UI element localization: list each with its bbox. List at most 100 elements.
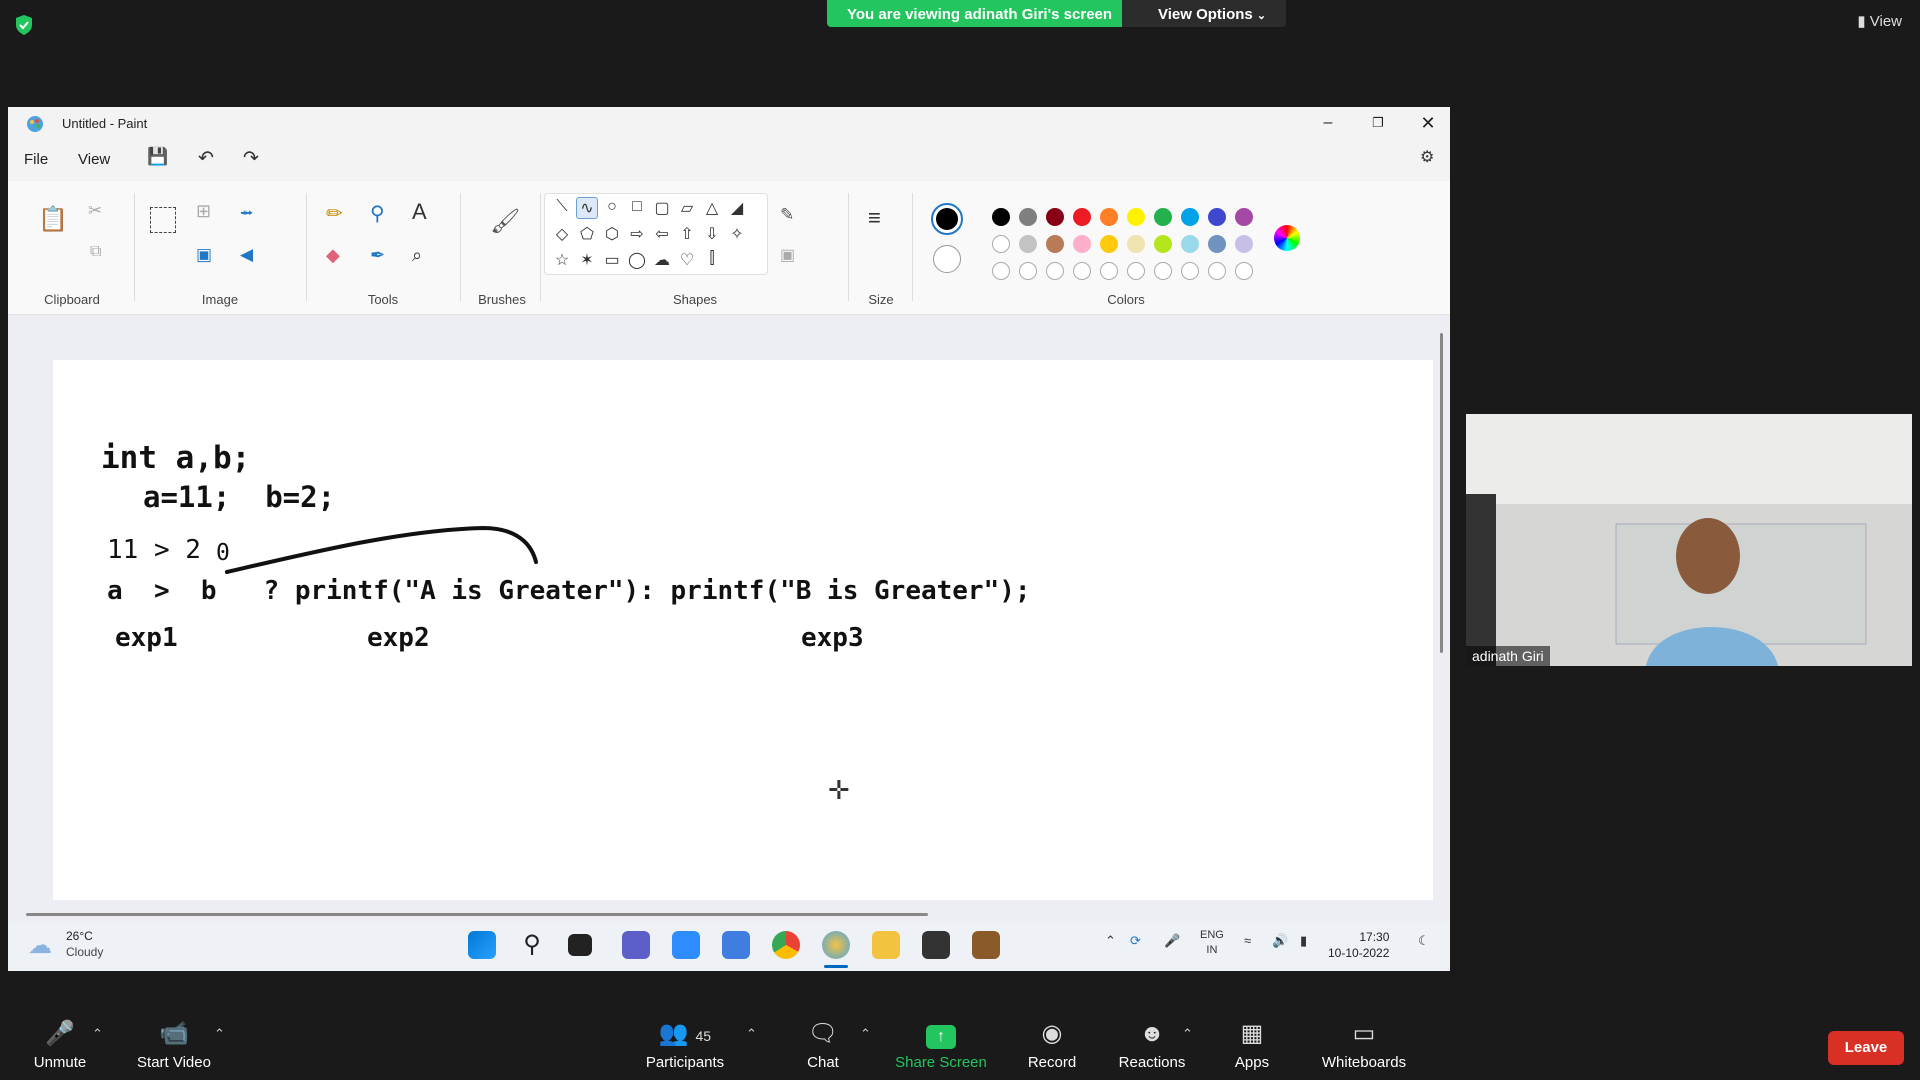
sync-icon[interactable]: ⟳ [1130, 933, 1141, 949]
participants-button[interactable]: 👥 45 Participants [625, 1020, 745, 1071]
hexagon-shape-icon[interactable]: ⬡ [601, 224, 623, 244]
app-icon-dark[interactable] [922, 931, 950, 959]
color-swatch[interactable] [1154, 208, 1172, 226]
custom-color-slot[interactable] [1235, 262, 1253, 280]
search-icon[interactable]: ⚲ [518, 931, 546, 959]
copy-icon[interactable]: ⧉ [90, 243, 101, 261]
rectangle-shape-icon[interactable]: □ [626, 198, 648, 216]
crop-icon[interactable]: ⊞ [196, 201, 211, 222]
close-button[interactable]: ✕ [1406, 110, 1450, 136]
resize-icon[interactable]: ⭼ [240, 201, 254, 231]
star5-shape-icon[interactable]: ☆ [551, 250, 573, 270]
arrow-left-shape-icon[interactable]: ⇦ [651, 224, 673, 244]
chrome-icon[interactable] [772, 931, 800, 959]
participant-video-tile[interactable]: adinath Giri [1466, 414, 1912, 666]
teams-chat-icon[interactable] [622, 931, 650, 959]
color-swatch[interactable] [1208, 208, 1226, 226]
heart-shape-icon[interactable]: ♡ [676, 250, 698, 270]
restore-button[interactable]: ❐ [1356, 110, 1400, 136]
paint-taskbar-icon[interactable] [822, 931, 850, 959]
minimize-button[interactable]: – [1306, 110, 1350, 136]
image-select-icon[interactable]: ▣ [196, 245, 212, 265]
primary-color[interactable] [931, 203, 963, 235]
view-options-button[interactable]: View Options ⌄ [1122, 0, 1287, 27]
horizontal-scrollbar[interactable] [26, 913, 928, 916]
text-icon[interactable]: A [412, 199, 427, 225]
flip-icon[interactable]: ◀ [240, 245, 253, 265]
custom-color-slot[interactable] [1073, 262, 1091, 280]
participants-chevron-icon[interactable]: ⌃ [746, 1026, 757, 1042]
security-shield-icon[interactable] [14, 14, 34, 36]
star4-shape-icon[interactable]: ✧ [726, 224, 748, 244]
paste-icon[interactable]: 📋 [38, 205, 68, 234]
color-swatch[interactable] [1127, 235, 1145, 253]
share-screen-button[interactable]: ↑ Share Screen [881, 1020, 1001, 1071]
color-swatch[interactable] [992, 235, 1010, 253]
triangle-shape-icon[interactable]: △ [701, 198, 723, 218]
drawing-canvas[interactable]: int a,b; a=11; b=2; 11 > 2 0 a > b ? pri… [53, 360, 1433, 900]
pencil-icon[interactable]: ✏ [326, 201, 343, 226]
app-icon-brown[interactable] [972, 931, 1000, 959]
color-swatch[interactable] [1046, 235, 1064, 253]
color-swatch[interactable] [1127, 208, 1145, 226]
battery-icon[interactable]: ▮ [1300, 933, 1307, 949]
color-swatch[interactable] [1181, 208, 1199, 226]
whiteboards-button[interactable]: ▭ Whiteboards [1304, 1020, 1424, 1071]
secondary-color[interactable] [933, 245, 961, 273]
rounded-rect-shape-icon[interactable]: ▢ [651, 198, 673, 218]
chevron-up-icon[interactable]: ⌃ [1105, 933, 1116, 949]
color-swatch[interactable] [1154, 235, 1172, 253]
focus-moon-icon[interactable]: ☾ [1418, 933, 1430, 949]
shape-fill-icon[interactable]: ▣ [780, 245, 795, 265]
windows-start-icon[interactable] [468, 931, 496, 959]
custom-color-slot[interactable] [1154, 262, 1172, 280]
color-swatch[interactable] [1100, 208, 1118, 226]
brush-icon[interactable]: 🖌 [490, 207, 520, 236]
custom-color-slot[interactable] [1100, 262, 1118, 280]
color-picker-icon[interactable]: ✒ [370, 245, 385, 266]
redo-icon[interactable]: ↷ [243, 147, 259, 170]
volume-icon[interactable]: 🔊 [1272, 933, 1288, 949]
vertical-scrollbar[interactable] [1440, 333, 1443, 653]
file-explorer-icon[interactable] [872, 931, 900, 959]
custom-color-slot[interactable] [1019, 262, 1037, 280]
weather-condition[interactable]: Cloudy [66, 945, 103, 959]
lightning-shape-icon[interactable]: ⫿ [701, 250, 723, 268]
task-view-icon[interactable] [568, 934, 592, 956]
color-swatch[interactable] [1208, 235, 1226, 253]
magnifier-icon[interactable]: ⌕ [412, 245, 422, 266]
color-swatch[interactable] [1019, 208, 1037, 226]
color-swatch[interactable] [1235, 235, 1253, 253]
color-swatch[interactable] [1019, 235, 1037, 253]
polygon-shape-icon[interactable]: ▱ [676, 198, 698, 218]
custom-color-slot[interactable] [1208, 262, 1226, 280]
microphone-icon[interactable]: 🎤 [1164, 933, 1180, 949]
line-shape-icon[interactable]: ⟍ [551, 198, 573, 216]
chat-chevron-icon[interactable]: ⌃ [860, 1026, 871, 1042]
custom-color-slot[interactable] [1127, 262, 1145, 280]
language-indicator[interactable]: ENG IN [1200, 928, 1224, 958]
zoom-app-icon[interactable] [672, 931, 700, 959]
callout-oval-shape-icon[interactable]: ◯ [626, 250, 648, 270]
save-icon[interactable]: 💾 [147, 147, 168, 167]
audio-options-chevron-icon[interactable]: ⌃ [92, 1026, 103, 1042]
undo-icon[interactable]: ↶ [198, 147, 214, 170]
settings-icon[interactable]: ⚙ [1420, 147, 1434, 167]
leave-button[interactable]: Leave [1828, 1031, 1904, 1065]
notepad-icon[interactable] [722, 931, 750, 959]
clock[interactable]: 17:30 10-10-2022 [1328, 929, 1389, 961]
callout-rect-shape-icon[interactable]: ▭ [601, 250, 623, 270]
curve-shape-icon[interactable]: ∿ [576, 197, 598, 219]
oval-shape-icon[interactable]: ○ [601, 198, 623, 216]
view-button[interactable]: ▮ View [1857, 12, 1902, 30]
right-triangle-shape-icon[interactable]: ◢ [726, 198, 748, 218]
color-swatch[interactable] [1073, 208, 1091, 226]
custom-color-slot[interactable] [992, 262, 1010, 280]
star6-shape-icon[interactable]: ✶ [576, 250, 598, 270]
color-swatch[interactable] [1073, 235, 1091, 253]
video-options-chevron-icon[interactable]: ⌃ [214, 1026, 225, 1042]
color-swatch[interactable] [992, 208, 1010, 226]
callout-cloud-shape-icon[interactable]: ☁ [651, 250, 673, 270]
wifi-icon[interactable]: ≈ [1244, 933, 1251, 948]
arrow-down-shape-icon[interactable]: ⇩ [701, 224, 723, 244]
